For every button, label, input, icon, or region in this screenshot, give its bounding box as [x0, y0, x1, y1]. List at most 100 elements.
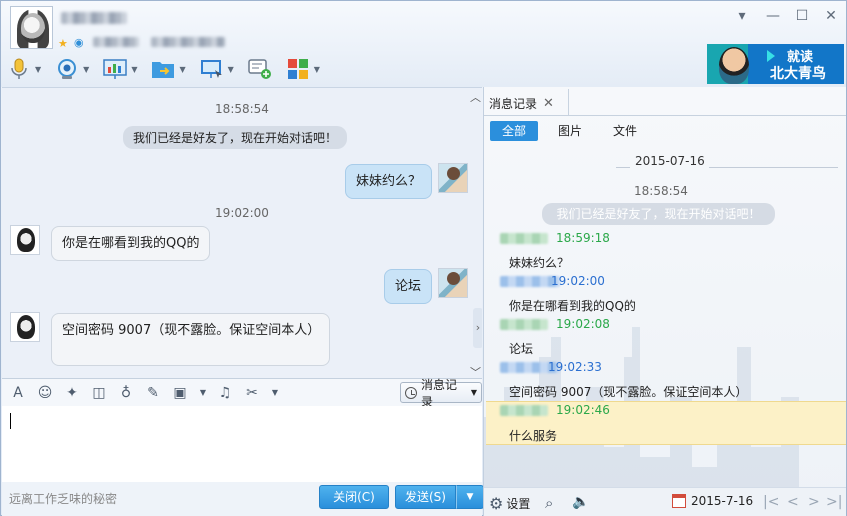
avatar-head: [447, 167, 460, 180]
my-message-bubble[interactable]: 妹妹约么？: [345, 164, 433, 199]
timestamp: 19:02:00: [215, 206, 269, 220]
microphone-icon: [7, 57, 31, 81]
history-time: 19:02:33: [548, 360, 602, 374]
avatar-head: [447, 272, 460, 285]
contact-signature-blurred: [93, 37, 139, 47]
message-history-button[interactable]: 消息记录 ▼: [400, 378, 482, 409]
contact-name-blurred: [61, 12, 127, 24]
expand-side-panel-icon[interactable]: ›: [473, 308, 482, 348]
close-window-button[interactable]: ✕: [822, 7, 840, 25]
settings-button[interactable]: ⚙ 设置: [489, 494, 530, 513]
star-icon: ★: [58, 37, 68, 50]
history-time: 19:02:00: [551, 274, 605, 288]
text-cursor: [10, 413, 11, 429]
chevron-down-icon[interactable]: ▼: [228, 65, 234, 74]
history-date: 2015-07-16: [635, 154, 705, 168]
font-icon[interactable]: A: [10, 385, 26, 401]
avatar-head: [17, 228, 35, 252]
calendar-icon: [672, 494, 686, 508]
chat-window: ★ ◉ ▾ — ☐ ✕ ▼ ▼ ▼ ▼ ▼ ▼ 就读 北大青鸟 ︿ 18:58:…: [0, 0, 847, 516]
input-toolbar: A ☺ ✦ ◫ ♁ ✎ ▣ ▼ ♫ ✂ ▼ 消息记录 ▼: [2, 378, 482, 409]
my-avatar[interactable]: [438, 268, 468, 298]
sender-name-blurred: [500, 319, 548, 330]
date-picker[interactable]: 2015-7-16: [672, 494, 753, 508]
message-input[interactable]: [2, 406, 482, 482]
filter-images[interactable]: 图片: [546, 121, 594, 141]
music-icon[interactable]: ♫: [217, 385, 233, 401]
history-panel: 消息记录 ✕ 全部 图片 文件 2015-07-16 18:58:54 我们已经…: [483, 87, 846, 516]
my-message-bubble[interactable]: 论坛: [384, 269, 433, 304]
close-button[interactable]: 关闭(C): [319, 485, 389, 509]
chevron-down-icon[interactable]: ▼: [271, 385, 279, 401]
contact-info-blurred: [151, 37, 225, 47]
prev-page-icon[interactable]: <: [787, 494, 799, 510]
apps-button[interactable]: ▼: [286, 57, 320, 81]
search-icon[interactable]: ⌕: [545, 494, 553, 512]
history-system-message-text: 我们已经是好友了，现在开始对话吧！: [556, 207, 761, 221]
input-footer: 远离工作乏味的秘密 关闭(C) 发送(S) ▼: [2, 482, 484, 516]
contact-avatar[interactable]: [10, 6, 53, 49]
dropdown-menu-button[interactable]: ▾: [733, 7, 751, 25]
history-message: 妹妹约么？: [509, 256, 570, 270]
shake-window-icon[interactable]: ✦: [64, 385, 80, 401]
voice-message-icon[interactable]: ♁: [118, 385, 134, 401]
filter-all[interactable]: 全部: [490, 121, 539, 141]
history-message: 论坛: [509, 342, 534, 356]
chevron-down-icon[interactable]: ▼: [199, 385, 207, 401]
ad-banner[interactable]: 就读 北大青鸟: [707, 44, 844, 84]
magic-expression-icon[interactable]: ◫: [91, 385, 107, 401]
close-tab-icon[interactable]: ✕: [543, 96, 554, 111]
webcam-icon: [55, 57, 79, 81]
speaker-icon[interactable]: 🔈: [572, 494, 589, 510]
folder-transfer-icon: [151, 57, 175, 81]
contact-message-avatar[interactable]: [10, 312, 40, 342]
send-file-button[interactable]: ▼: [151, 57, 186, 81]
system-message: 我们已经是好友了，现在开始对话吧！: [123, 126, 348, 149]
emoji-icon[interactable]: ☺: [37, 385, 53, 401]
image-icon[interactable]: ▣: [172, 385, 188, 401]
screen-share-button[interactable]: ▼: [103, 57, 137, 81]
history-time: 18:59:18: [556, 231, 610, 245]
voice-call-button[interactable]: ▼: [7, 57, 41, 81]
history-message: 你是在哪看到我的QQ的: [509, 299, 636, 313]
call-toolbar: ▼ ▼ ▼ ▼ ▼ ▼: [7, 53, 334, 85]
qq-status-icon: ◉: [74, 36, 84, 49]
chevron-down-icon: ▼: [470, 388, 477, 397]
clock-icon: [405, 386, 417, 399]
new-discussion-button[interactable]: [248, 57, 272, 81]
chevron-down-icon[interactable]: ▼: [35, 65, 41, 74]
chevron-down-icon[interactable]: ▼: [83, 65, 89, 74]
history-timestamp: 18:58:54: [634, 184, 688, 198]
next-page-icon[interactable]: >: [808, 494, 820, 510]
collapse-down-icon[interactable]: ﹀: [470, 364, 481, 378]
chevron-down-icon[interactable]: ▼: [131, 65, 137, 74]
video-call-button[interactable]: ▼: [55, 57, 89, 81]
send-button[interactable]: 发送(S): [395, 485, 456, 509]
history-message: 什么服务: [509, 429, 558, 443]
last-page-icon[interactable]: >|: [826, 494, 842, 510]
my-avatar[interactable]: [438, 163, 468, 193]
minimize-button[interactable]: —: [764, 7, 782, 25]
banner-person-image: [719, 47, 749, 84]
contact-message-avatar[interactable]: [10, 225, 40, 255]
chevron-down-icon[interactable]: ▼: [179, 65, 185, 74]
tab-message-history[interactable]: 消息记录 ✕: [489, 92, 554, 114]
history-footer: ⚙ 设置 ⌕ 🔈 2015-7-16 |< < > >|: [484, 487, 846, 516]
avatar-face: [21, 13, 45, 43]
filter-files[interactable]: 文件: [601, 121, 649, 141]
slogan-link[interactable]: 远离工作乏味的秘密: [9, 490, 117, 507]
first-page-icon[interactable]: |<: [763, 494, 779, 510]
conversation-pane[interactable]: ︿ 18:58:54 我们已经是好友了，现在开始对话吧！ 妹妹约么？ 19:02…: [2, 87, 482, 378]
contact-message-bubble[interactable]: 空间密码 9007（现不露脸。保证空间本人）: [51, 313, 330, 366]
divider: [484, 115, 846, 116]
screenshot-scissors-icon[interactable]: ✂: [244, 385, 260, 401]
send-options-dropdown[interactable]: ▼: [456, 485, 484, 509]
remote-screen-icon: [200, 57, 224, 81]
history-message: 空间密码 9007（现不露脸。保证空间本人）: [509, 385, 748, 399]
divider-line: [709, 167, 838, 168]
contact-message-bubble[interactable]: 你是在哪看到我的QQ的: [51, 226, 211, 261]
maximize-button[interactable]: ☐: [793, 7, 811, 25]
graffiti-icon[interactable]: ✎: [145, 385, 161, 401]
chevron-down-icon[interactable]: ▼: [314, 65, 320, 74]
remote-desktop-button[interactable]: ▼: [200, 57, 234, 81]
